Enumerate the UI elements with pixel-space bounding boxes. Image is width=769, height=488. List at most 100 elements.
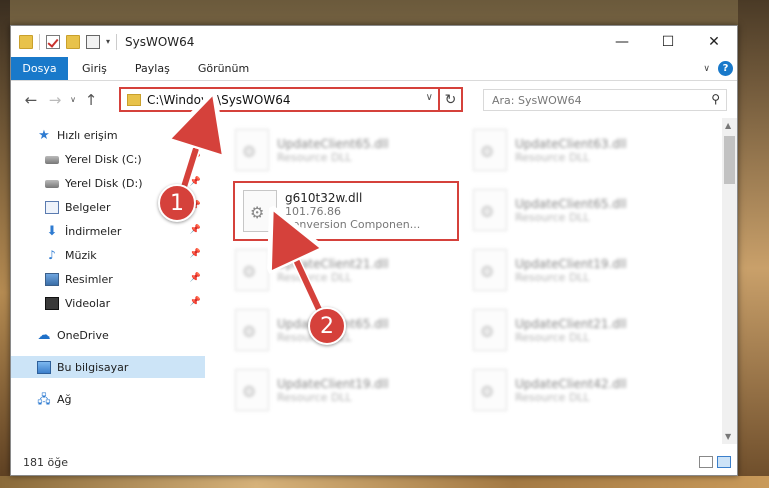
- sidebar-item-videos[interactable]: Videolar 📌: [11, 292, 205, 314]
- navigation-bar: ← → ∨ ↑ C:\Windows\SysWOW64 ∨ ↻ Ara: Sys…: [11, 81, 737, 118]
- expand-ribbon-icon[interactable]: ∨: [703, 64, 710, 74]
- forward-arrow-icon[interactable]: →: [43, 88, 67, 112]
- desktop-background-left: [0, 0, 10, 488]
- pin-icon[interactable]: 📌: [190, 273, 201, 283]
- file-item[interactable]: UpdateClient21.dll Resource DLL: [235, 242, 455, 298]
- refresh-icon[interactable]: ↻: [438, 87, 461, 112]
- recent-locations-chevron-icon[interactable]: ∨: [67, 88, 79, 112]
- file-name: UpdateClient21.dll: [277, 256, 389, 271]
- file-item-selected[interactable]: g610t32w.dll 101.76.86 Conversion Compon…: [233, 181, 459, 241]
- properties-check-icon[interactable]: [46, 34, 60, 49]
- navigation-pane: ★ Hızlı erişim Yerel Disk (C:) 📌 Yerel D…: [11, 118, 207, 444]
- computer-icon: [37, 360, 51, 374]
- pin-icon[interactable]: 📌: [190, 177, 201, 187]
- chevron-down-icon[interactable]: ▾: [106, 37, 110, 46]
- toolbar-divider: [39, 33, 40, 50]
- search-icon[interactable]: ⚲: [711, 92, 720, 106]
- address-bar[interactable]: C:\Windows\SysWOW64 ∨ ↻: [119, 87, 463, 112]
- dll-file-icon: [243, 190, 277, 232]
- sidebar-item-quick-access[interactable]: ★ Hızlı erişim: [11, 124, 205, 146]
- pin-icon[interactable]: 📌: [190, 297, 201, 307]
- pin-icon[interactable]: 📌: [190, 225, 201, 235]
- ribbon-right-controls: ∨ ?: [703, 61, 733, 76]
- file-item[interactable]: UpdateClient65.dll Resource DLL: [473, 182, 693, 238]
- window-title: SysWOW64: [125, 34, 195, 49]
- file-name: UpdateClient19.dll: [277, 376, 389, 391]
- sidebar-item-label: Videolar: [65, 296, 111, 310]
- cloud-icon: ☁: [37, 327, 51, 343]
- file-type: Resource DLL: [515, 270, 590, 284]
- scroll-up-icon[interactable]: ▲: [725, 121, 731, 130]
- file-item[interactable]: UpdateClient65.dll Resource DLL: [235, 122, 455, 178]
- search-placeholder: Ara: SysWOW64: [492, 93, 582, 107]
- help-icon[interactable]: ?: [718, 61, 733, 76]
- tiles-view-icon[interactable]: [717, 456, 731, 468]
- dll-file-icon: [235, 249, 269, 291]
- toolbar-divider: [116, 33, 118, 50]
- file-item[interactable]: UpdateClient19.dll Resource DLL: [473, 242, 693, 298]
- file-item[interactable]: UpdateClient19.dll Resource DLL: [235, 362, 455, 418]
- dll-file-icon: [235, 309, 269, 351]
- sidebar-item-label: Müzik: [65, 248, 97, 262]
- sidebar-item-local-disk-c[interactable]: Yerel Disk (C:) 📌: [11, 148, 205, 170]
- close-button[interactable]: ✕: [691, 26, 737, 57]
- file-name: UpdateClient63.dll: [515, 136, 627, 151]
- file-name: UpdateClient19.dll: [515, 256, 627, 271]
- sidebar-item-downloads[interactable]: ⬇ İndirmeler 📌: [11, 220, 205, 242]
- sidebar-item-pictures[interactable]: Resimler 📌: [11, 268, 205, 290]
- scrollbar-thumb[interactable]: [724, 136, 735, 184]
- video-icon: [45, 296, 59, 310]
- file-type: Resource DLL: [277, 270, 352, 284]
- title-bar: ▾ SysWOW64 — ☐ ✕: [11, 26, 737, 57]
- file-item[interactable]: UpdateClient42.dll Resource DLL: [473, 362, 693, 418]
- up-arrow-icon[interactable]: ↑: [79, 88, 103, 112]
- step-callout-2: 2: [308, 307, 346, 345]
- file-item[interactable]: UpdateClient63.dll Resource DLL: [473, 122, 693, 178]
- file-type: Resource DLL: [515, 390, 590, 404]
- file-type: Resource DLL: [277, 390, 352, 404]
- file-type: Resource DLL: [277, 150, 352, 164]
- desktop-background-bottom: [0, 476, 769, 488]
- file-item[interactable]: UpdateClient21.dll Resource DLL: [473, 302, 693, 358]
- sidebar-item-network[interactable]: 🖧 Ağ: [11, 388, 205, 410]
- file-name: UpdateClient65.dll: [277, 136, 389, 151]
- disk-icon: [45, 180, 59, 188]
- item-count: 181 öğe: [23, 456, 68, 469]
- sidebar-item-this-pc[interactable]: Bu bilgisayar: [11, 356, 205, 378]
- details-view-icon[interactable]: [699, 456, 713, 468]
- vertical-scrollbar[interactable]: ▲ ▼: [722, 118, 737, 444]
- file-type: Resource DLL: [515, 150, 590, 164]
- sidebar-item-onedrive[interactable]: ☁ OneDrive: [11, 324, 205, 346]
- tab-file[interactable]: Dosya: [11, 57, 68, 80]
- dll-file-icon: [473, 309, 507, 351]
- step-callout-1: 1: [158, 184, 196, 222]
- search-input[interactable]: Ara: SysWOW64 ⚲: [483, 89, 727, 111]
- music-icon: ♪: [48, 247, 56, 262]
- tab-home[interactable]: Giriş: [68, 57, 121, 80]
- address-path[interactable]: C:\Windows\SysWOW64: [147, 93, 291, 107]
- file-type: Conversion Componen...: [285, 218, 421, 231]
- scroll-down-icon[interactable]: ▼: [725, 432, 731, 441]
- dll-file-icon: [235, 369, 269, 411]
- tab-share[interactable]: Paylaş: [121, 57, 184, 80]
- file-name: UpdateClient21.dll: [515, 316, 627, 331]
- star-icon: ★: [38, 127, 50, 143]
- sidebar-item-label: Hızlı erişim: [57, 128, 118, 142]
- pin-icon[interactable]: 📌: [190, 249, 201, 259]
- new-folder-icon[interactable]: [66, 34, 80, 49]
- sidebar-item-music[interactable]: ♪ Müzik 📌: [11, 244, 205, 266]
- folder-icon: [127, 93, 141, 106]
- back-arrow-icon[interactable]: ←: [19, 88, 43, 112]
- customize-toolbar-icon[interactable]: [86, 34, 100, 49]
- view-toggle: [699, 456, 731, 468]
- sidebar-item-label: Ağ: [57, 392, 72, 406]
- maximize-button[interactable]: ☐: [645, 26, 691, 57]
- minimize-button[interactable]: —: [599, 26, 645, 57]
- desktop-background-right: [738, 0, 769, 488]
- dll-file-icon: [473, 129, 507, 171]
- status-bar: 181 öğe: [11, 450, 737, 475]
- tab-view[interactable]: Görünüm: [184, 57, 263, 80]
- disk-icon: [45, 156, 59, 164]
- pin-icon[interactable]: 📌: [190, 153, 201, 163]
- chevron-down-icon[interactable]: ∨: [426, 92, 433, 103]
